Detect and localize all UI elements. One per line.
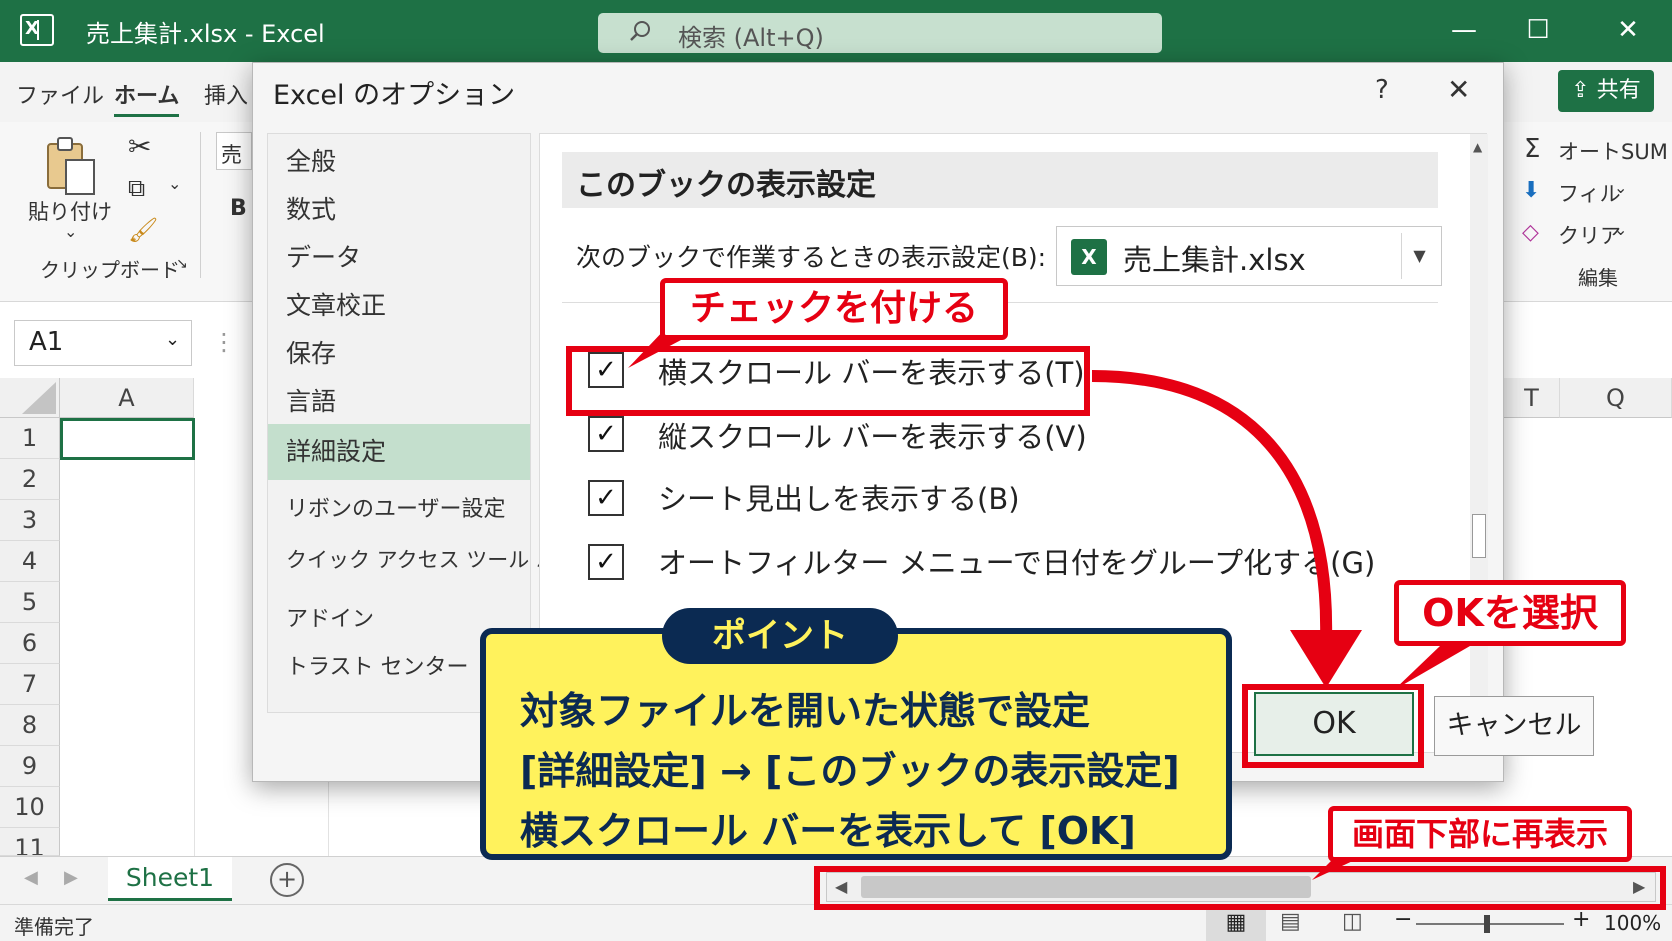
arrow-head <box>1290 630 1362 688</box>
point-badge: ポイント <box>662 608 898 664</box>
highlight-ok-button <box>1242 684 1424 768</box>
callout-redisplay: 画面下部に再表示 <box>1328 806 1632 862</box>
callout-ok: OKを選択 <box>1394 580 1626 646</box>
curved-arrow <box>1091 370 1333 641</box>
highlight-horizontal-scrollbar-option <box>566 346 1090 416</box>
point-line-2: [詳細設定] → [このブックの表示設定] <box>520 749 1180 793</box>
highlight-horizontal-scrollbar <box>814 866 1666 910</box>
callout-check: チェックを付ける <box>660 278 1008 340</box>
point-line-3: 横スクロール バーを表示して [OK] <box>520 809 1136 853</box>
point-line-1: 対象ファイルを開いた状態で設定 <box>520 689 1091 733</box>
